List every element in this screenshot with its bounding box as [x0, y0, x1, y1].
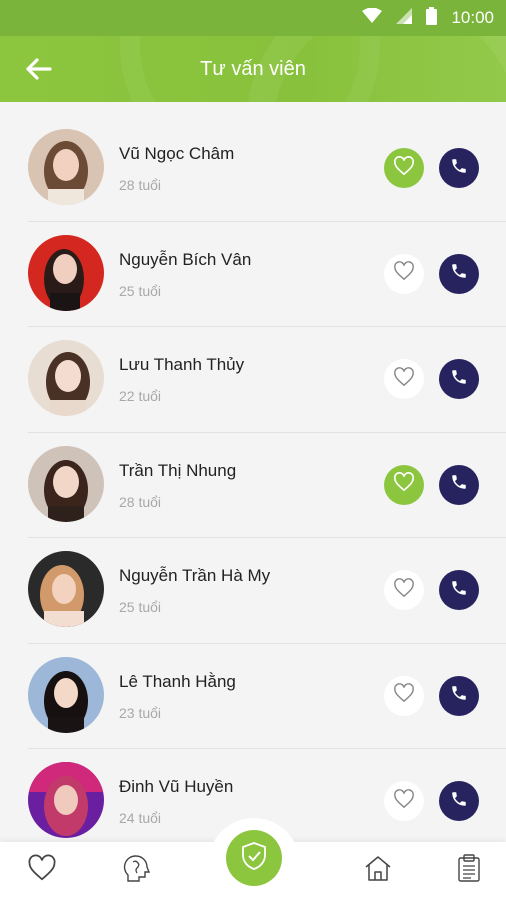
advisor-list: Vũ Ngọc Châm 28 tuổi Nguyễn Bích Vân 25 … — [0, 116, 506, 855]
heart-icon — [393, 261, 415, 286]
heart-icon — [393, 683, 415, 708]
heart-icon — [393, 788, 415, 814]
advisor-name: Lê Thanh Hằng — [119, 671, 236, 691]
nav-records[interactable] — [451, 852, 487, 888]
call-button[interactable] — [439, 148, 479, 188]
list-item[interactable]: Lê Thanh Hằng 23 tuổi — [0, 644, 506, 749]
avatar — [28, 340, 104, 416]
list-item[interactable]: Nguyễn Bích Vân 25 tuổi — [0, 222, 506, 327]
shield-check-icon — [240, 841, 268, 876]
favorite-button[interactable] — [384, 570, 424, 610]
nav-home[interactable] — [360, 852, 396, 888]
heart-icon — [393, 366, 415, 392]
call-button[interactable] — [439, 570, 479, 610]
nav-consult[interactable] — [118, 852, 154, 888]
avatar — [28, 762, 104, 838]
call-button[interactable] — [439, 359, 479, 399]
heart-icon — [393, 155, 415, 181]
favorite-button[interactable] — [384, 781, 424, 821]
avatar — [28, 551, 104, 627]
phone-icon — [450, 157, 468, 180]
advisor-name: Lưu Thanh Thủy — [119, 355, 245, 374]
phone-icon — [450, 684, 468, 707]
favorite-button[interactable] — [384, 148, 424, 188]
advisor-age: 28 tuổi — [119, 177, 162, 193]
advisor-age: 24 tuổi — [119, 810, 162, 826]
favorite-button[interactable] — [384, 253, 424, 294]
advisor-age: 22 tuổi — [119, 388, 162, 404]
avatar — [28, 656, 104, 733]
favorite-button[interactable] — [384, 359, 424, 399]
list-item[interactable]: Lưu Thanh Thủy 22 tuổi — [0, 327, 506, 433]
page-title: Tư vấn viên — [200, 58, 306, 80]
heart-icon — [393, 577, 415, 603]
advisor-name: Vũ Ngọc Châm — [119, 144, 235, 163]
call-button[interactable] — [439, 675, 479, 716]
clipboard-icon — [457, 853, 481, 888]
advisor-age: 28 tuổi — [119, 493, 162, 510]
avatar — [28, 234, 104, 311]
call-button[interactable] — [439, 781, 479, 821]
app-header: Tư vấn viên — [0, 36, 506, 102]
favorite-button[interactable] — [384, 675, 424, 716]
phone-icon — [450, 473, 468, 496]
wifi-icon — [362, 7, 383, 29]
list-item[interactable]: Nguyễn Trần Hà My 25 tuổi — [0, 538, 506, 644]
advisor-name: Đinh Vũ Huyền — [119, 777, 234, 796]
nav-center-button[interactable] — [226, 830, 282, 886]
battery-icon — [426, 6, 438, 30]
status-bar: 10:00 — [0, 0, 506, 36]
avatar — [28, 445, 104, 522]
phone-icon — [450, 368, 468, 391]
phone-icon — [450, 262, 468, 285]
list-item[interactable]: Trần Thị Nhung 28 tuổi — [0, 433, 506, 538]
advisor-name: Nguyễn Bích Vân — [119, 249, 252, 269]
home-icon — [363, 854, 393, 887]
signal-icon — [396, 7, 413, 29]
advisor-age: 25 tuổi — [119, 282, 162, 299]
heart-icon — [393, 472, 415, 497]
call-button[interactable] — [439, 464, 479, 505]
phone-icon — [450, 579, 468, 602]
avatar — [28, 129, 104, 205]
status-time: 10:00 — [451, 8, 494, 27]
advisor-age: 25 tuổi — [119, 599, 162, 615]
list-item[interactable]: Vũ Ngọc Châm 28 tuổi — [0, 116, 506, 222]
favorite-button[interactable] — [384, 464, 424, 505]
heart-icon — [27, 854, 57, 887]
advisor-name: Trần Thị Nhung — [119, 460, 237, 480]
phone-icon — [450, 790, 468, 813]
nav-favorites[interactable] — [24, 852, 60, 888]
call-button[interactable] — [439, 253, 479, 294]
head-brain-icon — [121, 853, 151, 888]
advisor-name: Nguyễn Trần Hà My — [119, 566, 271, 585]
advisor-age: 23 tuổi — [119, 704, 162, 721]
